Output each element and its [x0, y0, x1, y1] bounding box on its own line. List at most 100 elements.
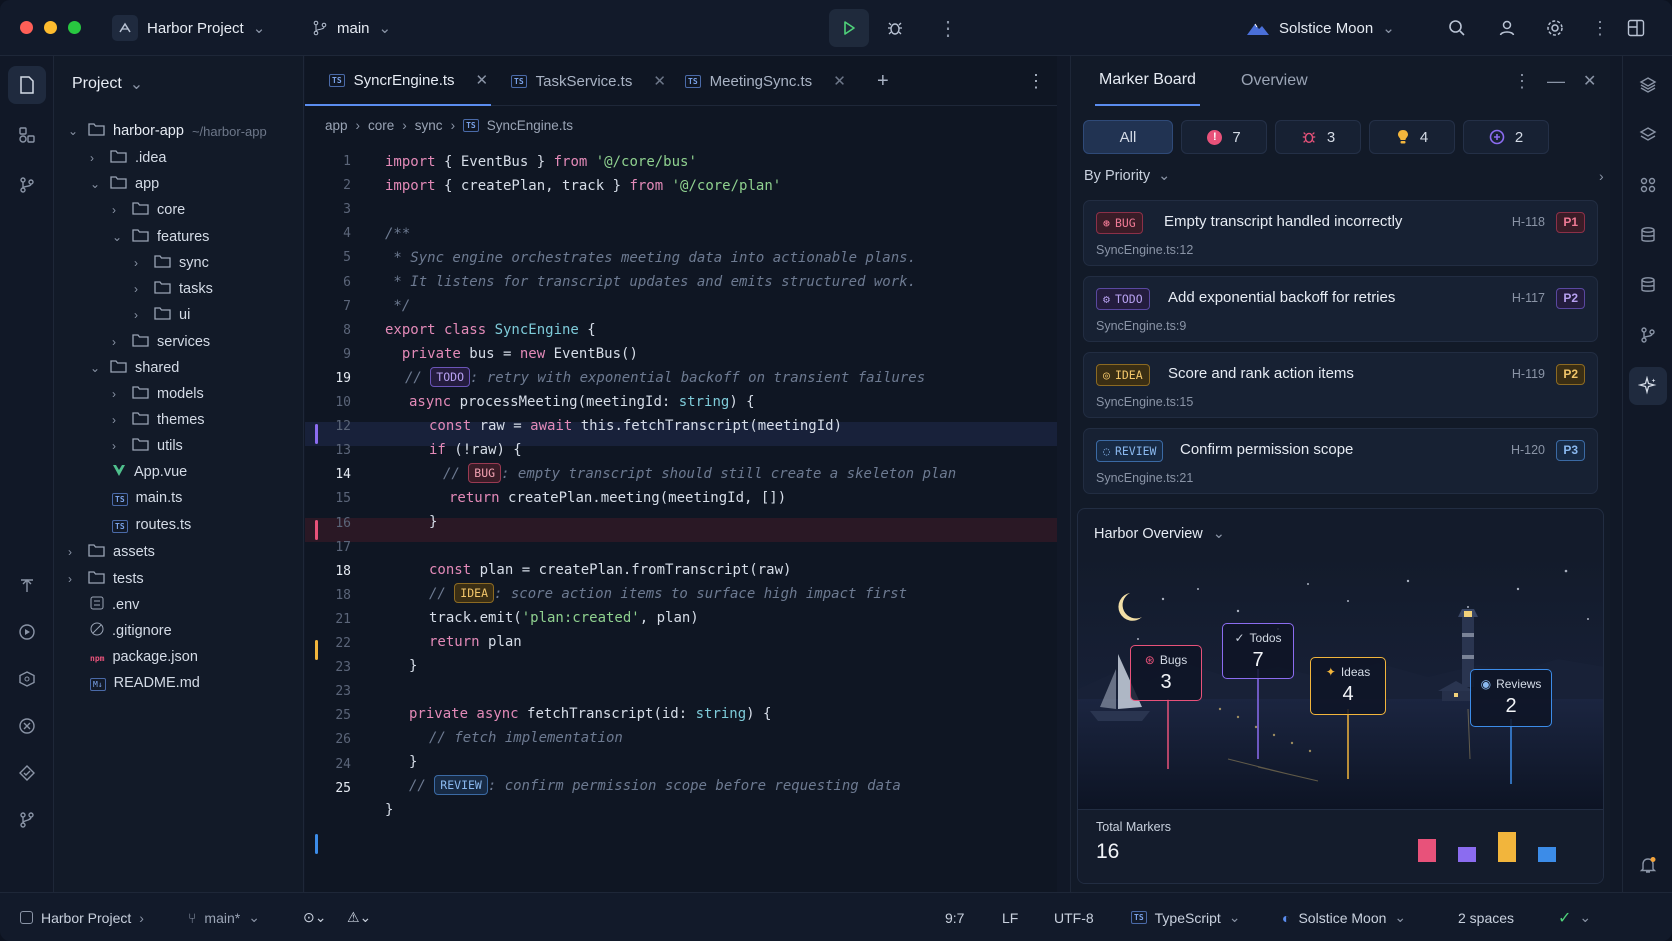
- maximize-window-button[interactable]: [68, 21, 81, 34]
- explorer-header[interactable]: Project ⌄: [72, 74, 143, 94]
- card-file-link[interactable]: SyncEngine.ts:12: [1096, 243, 1193, 257]
- components-icon[interactable]: [8, 116, 46, 154]
- close-panel-icon[interactable]: ✕: [1583, 56, 1596, 106]
- stack-icon[interactable]: [1629, 116, 1667, 154]
- tree-item[interactable]: › sync: [134, 250, 209, 276]
- tree-item[interactable]: App.vue: [112, 459, 187, 485]
- more-options-icon[interactable]: ⋮: [938, 0, 958, 56]
- search-button[interactable]: [1448, 0, 1466, 56]
- tree-item[interactable]: › tasks: [134, 276, 213, 302]
- close-tab-icon[interactable]: ✕: [476, 71, 489, 89]
- tree-item[interactable]: TS routes.ts: [112, 512, 191, 538]
- bugs-stat[interactable]: ⊛ Bugs 3: [1130, 645, 1202, 701]
- nodes-icon[interactable]: [1629, 166, 1667, 204]
- breadcrumb-item[interactable]: sync: [415, 118, 443, 133]
- layout-toggle-button[interactable]: [1627, 0, 1645, 56]
- explorer-icon[interactable]: [8, 66, 46, 104]
- minimize-window-button[interactable]: [44, 21, 57, 34]
- group-by-dropdown[interactable]: By Priority ⌄: [1084, 168, 1170, 184]
- tree-item[interactable]: M↓ README.md: [90, 670, 200, 696]
- tree-item[interactable]: ⌄ features: [112, 224, 209, 250]
- ideas-stat[interactable]: ✦ Ideas 4: [1310, 657, 1386, 715]
- marker-card[interactable]: ⚙ TODO Add exponential backoff for retrie…: [1083, 276, 1598, 342]
- filter-all-button[interactable]: All: [1083, 120, 1173, 154]
- breadcrumb-item[interactable]: app: [325, 118, 348, 133]
- filter-reviews-button[interactable]: 2: [1463, 120, 1549, 154]
- more-options-icon[interactable]: ⋮: [1591, 0, 1609, 56]
- status-eol[interactable]: LF: [1002, 893, 1018, 941]
- filter-bugs-button[interactable]: 3: [1275, 120, 1361, 154]
- status-indentation[interactable]: 2 spaces: [1458, 893, 1514, 941]
- source-control-icon[interactable]: [8, 166, 46, 204]
- project-switcher[interactable]: Harbor Project ⌄: [112, 0, 265, 56]
- status-encoding[interactable]: UTF-8: [1054, 893, 1094, 941]
- tab-overview[interactable]: Overview: [1241, 56, 1308, 106]
- status-branch[interactable]: ⑂ main* ⌄: [188, 893, 260, 941]
- extensions-icon[interactable]: [8, 754, 46, 792]
- run-debug-icon[interactable]: [8, 613, 46, 651]
- tree-item[interactable]: › services: [112, 329, 210, 355]
- settings-button[interactable]: [1546, 0, 1564, 56]
- status-project[interactable]: Harbor Project ›: [20, 893, 144, 941]
- database-icon[interactable]: [1629, 216, 1667, 254]
- tab-meetingsync[interactable]: TS MeetingSync.ts ✕: [685, 56, 846, 106]
- card-file-link[interactable]: SyncEngine.ts:9: [1096, 319, 1186, 333]
- layers-icon[interactable]: [1629, 66, 1667, 104]
- tree-item[interactable]: › models: [112, 381, 204, 407]
- tree-item[interactable]: TS main.ts: [112, 485, 182, 511]
- git-graph-icon[interactable]: [8, 801, 46, 839]
- git-branch-icon[interactable]: [1629, 316, 1667, 354]
- tree-item[interactable]: ⌄ shared: [90, 355, 179, 381]
- marker-card[interactable]: ◎ IDEA Score and rank action items SyncEn…: [1083, 352, 1598, 418]
- card-file-link[interactable]: SyncEngine.ts:15: [1096, 395, 1193, 409]
- package-icon[interactable]: [8, 660, 46, 698]
- tab-taskservice[interactable]: TS TaskService.ts ✕: [511, 56, 666, 106]
- close-tab-icon[interactable]: ✕: [833, 72, 846, 90]
- breadcrumb-item[interactable]: SyncEngine.ts: [487, 118, 573, 133]
- more-options-icon[interactable]: ⋮: [1027, 56, 1045, 106]
- storage-icon[interactable]: [1629, 266, 1667, 304]
- filter-ideas-button[interactable]: 4: [1369, 120, 1455, 154]
- theme-switcher[interactable]: Solstice Moon ⌄: [1246, 0, 1395, 56]
- todos-stat[interactable]: ✓ Todos 7: [1222, 623, 1294, 679]
- sparkles-icon[interactable]: [1629, 367, 1667, 405]
- tree-item[interactable]: › themes: [112, 407, 205, 433]
- close-tab-icon[interactable]: ✕: [653, 72, 666, 90]
- branch-switcher[interactable]: main ⌄: [312, 0, 391, 56]
- notifications-bell-icon[interactable]: [1629, 846, 1667, 884]
- new-tab-icon[interactable]: +: [877, 56, 889, 106]
- close-window-button[interactable]: [20, 21, 33, 34]
- debug-button[interactable]: [886, 0, 904, 56]
- filter-errors-button[interactable]: ! 7: [1181, 120, 1267, 154]
- tree-item[interactable]: ⌄ app: [90, 171, 159, 197]
- tab-marker-board[interactable]: Marker Board: [1095, 56, 1200, 106]
- tree-item[interactable]: › .idea: [90, 145, 166, 171]
- more-options-icon[interactable]: ⋮: [1513, 56, 1531, 106]
- breadcrumb-item[interactable]: core: [368, 118, 394, 133]
- status-theme[interactable]: ◐ Solstice Moon ⌄: [1282, 893, 1406, 941]
- deploy-icon[interactable]: [8, 566, 46, 604]
- run-button[interactable]: [829, 9, 869, 47]
- status-warning-icon[interactable]: ⚠⌄: [347, 893, 371, 941]
- tree-item[interactable]: ⌄ harbor-app ~/harbor-app: [68, 118, 267, 144]
- overview-dropdown[interactable]: Harbor Overview ⌄: [1094, 526, 1225, 542]
- status-cursor-position[interactable]: 9:7: [945, 893, 964, 941]
- chevron-right-icon[interactable]: ›: [1599, 168, 1604, 184]
- tree-item[interactable]: › tests: [68, 566, 144, 592]
- marker-card[interactable]: ⊛ BUG Empty transcript handled incorrectl…: [1083, 200, 1598, 266]
- tab-syncengine[interactable]: TS SyncrEngine.ts ✕: [305, 56, 491, 106]
- tree-item[interactable]: › ui: [134, 302, 190, 328]
- status-language[interactable]: TS TypeScript ⌄: [1131, 893, 1241, 941]
- problems-icon[interactable]: [8, 707, 46, 745]
- reviews-stat[interactable]: ◉ Reviews 2: [1470, 669, 1552, 727]
- tree-item[interactable]: npm package.json: [90, 644, 198, 670]
- status-check[interactable]: ✓ ⌄: [1558, 893, 1591, 941]
- tree-item[interactable]: › core: [112, 197, 185, 223]
- card-file-link[interactable]: SyncEngine.ts:21: [1096, 471, 1193, 485]
- account-button[interactable]: [1498, 0, 1516, 56]
- tree-item[interactable]: .gitignore: [90, 618, 172, 644]
- tree-item[interactable]: .env: [90, 592, 139, 618]
- status-sync-icon[interactable]: ⊙⌄: [303, 893, 326, 941]
- tree-item[interactable]: › assets: [68, 539, 155, 565]
- tree-item[interactable]: › utils: [112, 433, 183, 459]
